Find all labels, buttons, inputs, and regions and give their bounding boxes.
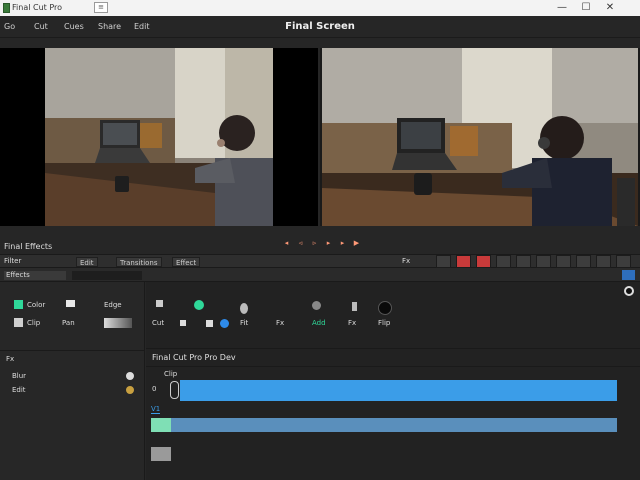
- effects-panel-label: Final Effects: [4, 242, 53, 251]
- color-effect-label: Color: [27, 301, 46, 309]
- tool-pin-icon[interactable]: [352, 302, 357, 311]
- blur-toggle-icon[interactable]: [126, 372, 134, 380]
- timeline-divider: [146, 348, 640, 349]
- tool-zoom-button[interactable]: [556, 255, 571, 268]
- timeline-header: Final Cut Pro Pro Dev: [152, 353, 236, 362]
- blend-effect-thumb[interactable]: [104, 318, 132, 328]
- app-icon: [3, 3, 10, 13]
- tool-fx-label: Fx: [276, 319, 285, 327]
- panel-toggle-icon[interactable]: [622, 270, 635, 280]
- tool-drop-icon[interactable]: [240, 303, 248, 314]
- source-frame: [45, 48, 273, 226]
- tab-effect[interactable]: Effect: [172, 257, 201, 267]
- tool-square-icon[interactable]: [156, 300, 163, 307]
- program-frame: [322, 48, 638, 226]
- track-label: Clip: [164, 370, 178, 378]
- tool-add-label: Add: [312, 319, 326, 327]
- maximize-button[interactable]: ☐: [576, 2, 596, 14]
- edit-item[interactable]: Edit: [12, 386, 26, 394]
- next-icon[interactable]: ▸: [338, 239, 347, 248]
- program-video-image: [322, 48, 638, 226]
- step-forward-icon[interactable]: ▹: [310, 239, 319, 248]
- source-video-image: [45, 48, 273, 226]
- quick-access-button[interactable]: ≡: [94, 2, 108, 13]
- tool-black-dot-icon[interactable]: [378, 301, 392, 315]
- tool-wave-button[interactable]: [496, 255, 511, 268]
- tool-fx2-label: Fx: [348, 319, 357, 327]
- tool-record-button[interactable]: [456, 255, 471, 268]
- window-title: Final Cut Pro: [12, 3, 63, 12]
- title-bar: Final Cut Pro ≡ — ☐ ✕: [0, 0, 640, 16]
- playback-row: [0, 236, 640, 254]
- effects-sub-row: Effects: [0, 268, 640, 282]
- playhead-icon[interactable]: [170, 381, 179, 399]
- tool-grey-dot-icon[interactable]: [312, 301, 321, 310]
- tool-cut-label: Cut: [152, 319, 165, 327]
- play-icon[interactable]: ▶: [352, 239, 361, 248]
- tool-fx-square-icon[interactable]: [180, 320, 186, 326]
- clip-effect-label: Clip: [27, 319, 41, 327]
- effects-search-field[interactable]: [72, 271, 142, 280]
- source-viewer[interactable]: [0, 48, 318, 226]
- pan-effect-label: Pan: [62, 319, 75, 327]
- tool-fit-label: Fit: [240, 319, 249, 327]
- clip-effect-icon[interactable]: [14, 318, 23, 327]
- edit-toggle-icon[interactable]: [126, 386, 134, 394]
- tab-edit[interactable]: Edit: [76, 257, 98, 267]
- menu-bar: Go Cut Cues Share Edit Final Screen: [0, 16, 640, 38]
- program-viewer[interactable]: [320, 48, 640, 226]
- app-title: Final Screen: [285, 21, 355, 32]
- effects-category-field[interactable]: Effects: [4, 271, 66, 280]
- timeline-options-icon[interactable]: [624, 286, 634, 296]
- extra-clip[interactable]: [151, 447, 171, 461]
- video-track-label: V1: [151, 405, 161, 414]
- tab-transitions[interactable]: Transitions: [116, 257, 162, 267]
- step-back-icon[interactable]: ◃: [296, 239, 305, 248]
- audio-clip-start[interactable]: [151, 418, 171, 432]
- fx-label: Fx: [402, 257, 411, 265]
- video-clip-main[interactable]: [180, 380, 617, 401]
- divider: [0, 350, 145, 351]
- audio-clip-main[interactable]: [171, 418, 617, 432]
- close-button[interactable]: ✕: [600, 2, 620, 14]
- minimize-button[interactable]: —: [552, 2, 572, 14]
- effects-browser: Color Edge Clip Pan Fx Blur Edit: [0, 282, 145, 480]
- timeline-ruler-line: [146, 366, 640, 367]
- tool-pen-button[interactable]: [436, 255, 451, 268]
- fast-forward-icon[interactable]: ▸: [324, 239, 333, 248]
- tool-audio-button[interactable]: [536, 255, 551, 268]
- filter-label[interactable]: Filter: [4, 257, 21, 265]
- tool-flip-label: Flip: [378, 319, 391, 327]
- fx-section-header: Fx: [6, 355, 15, 363]
- track-number: 0: [152, 385, 157, 393]
- tool-blue-dot-icon[interactable]: [220, 319, 229, 328]
- rewind-icon[interactable]: ◂: [282, 239, 291, 248]
- edge-effect-label: Edge: [104, 301, 122, 309]
- tool-snap-button[interactable]: [576, 255, 591, 268]
- color-effect-icon[interactable]: [14, 300, 23, 309]
- tool-mark-button[interactable]: [476, 255, 491, 268]
- tool-fit-square-icon[interactable]: [206, 320, 213, 327]
- tool-link-button[interactable]: [596, 255, 611, 268]
- tool-lock-button[interactable]: [616, 255, 631, 268]
- blur-effect-icon[interactable]: [66, 300, 75, 307]
- tool-curve-button[interactable]: [516, 255, 531, 268]
- blur-item[interactable]: Blur: [12, 372, 26, 380]
- tool-green-dot-icon[interactable]: [194, 300, 204, 310]
